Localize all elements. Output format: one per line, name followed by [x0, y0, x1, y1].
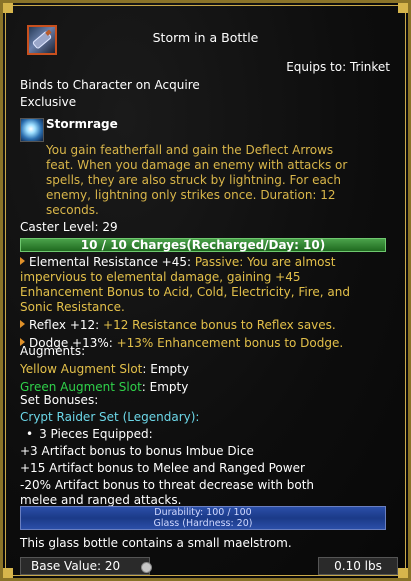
weight-box: 0.10 lbs [318, 557, 398, 575]
bonus-text: Passive: You are almost [191, 255, 336, 269]
bonus-text: Sonic Resistance. [20, 300, 125, 314]
set-name: Crypt Raider Set (Legendary): [20, 410, 200, 424]
bonus-text: impervious to elemental damage, gaining … [20, 270, 301, 284]
bonus-reflex: Reflex +12: +12 Resistance bonus to Refl… [20, 318, 398, 333]
coin-icon [141, 562, 152, 573]
set-pieces-text: 3 Pieces Equipped: [39, 427, 153, 441]
base-value: Base Value: 20 [31, 559, 121, 573]
bullet-triangle-icon [20, 320, 25, 328]
material-text: Glass (Hardness: 20) [153, 518, 253, 529]
durability-text: Durability: 100 / 100 [154, 507, 252, 518]
frame-corner [3, 568, 13, 578]
base-value-box: Base Value: 20 [20, 557, 152, 575]
bonus-text: +12 Resistance bonus to Reflex saves. [99, 318, 336, 332]
effect-description-line: enemy, lightning only strikes once. Dura… [46, 188, 336, 202]
green-augment-label: Green Augment Slot [20, 380, 142, 394]
set-bonuses-section: Set Bonuses: Crypt Raider Set (Legendary… [20, 393, 398, 508]
effect-description-line: You gain featherfall and gain the Deflec… [46, 143, 334, 157]
augments-section: Augments: Yellow Augment Slot: Empty Gre… [20, 344, 398, 395]
set-bonus-line: -20% Artifact bonus to threat decrease w… [20, 478, 315, 492]
bonus-list: Elemental Resistance +45: Passive: You a… [20, 255, 398, 351]
set-bonus-line: +15 Artifact bonus to Melee and Ranged P… [20, 461, 305, 475]
frame-corner [3, 3, 13, 13]
lightning-orb-icon [20, 118, 44, 142]
binding-text: Binds to Character on Acquire [20, 78, 200, 92]
bonus-text: Enhancement Bonus to Acid, Cold, Electri… [20, 285, 350, 299]
augments-header: Augments: [20, 344, 86, 358]
charges-bar: 10 / 10 Charges(Recharged/Day: 10) [20, 238, 386, 252]
set-pieces: • 3 Pieces Equipped: [20, 427, 398, 442]
caster-level: Caster Level: 29 [20, 220, 118, 234]
yellow-augment-slot[interactable]: Yellow Augment Slot: Empty [20, 362, 398, 377]
effect-description-line: spells, they are also struck by lightnin… [46, 173, 342, 187]
item-tooltip: Storm in a Bottle Equips to: Trinket Bin… [0, 0, 411, 581]
yellow-augment-label: Yellow Augment Slot [20, 362, 143, 376]
set-bonuses-header: Set Bonuses: [20, 393, 99, 407]
item-title: Storm in a Bottle [152, 30, 259, 45]
frame-corner [398, 568, 408, 578]
yellow-augment-value: : Empty [142, 362, 189, 376]
effect-description-line: seconds. [46, 203, 99, 217]
weight-value: 0.10 lbs [334, 559, 382, 573]
bullet-dot-icon: • [26, 427, 34, 441]
flavor-text: This glass bottle contains a small maels… [20, 536, 292, 550]
effect-name: Stormrage [46, 117, 118, 131]
frame-corner [398, 3, 408, 13]
set-bonus-line: +3 Artifact bonus to bonus Imbue Dice [20, 444, 254, 458]
durability-bar: Durability: 100 / 100 Glass (Hardness: 2… [20, 506, 386, 530]
bonus-label: Elemental Resistance +45: [29, 255, 192, 269]
exclusive-text: Exclusive [20, 95, 77, 109]
bonus-elemental-resistance: Elemental Resistance +45: Passive: You a… [20, 255, 398, 315]
bullet-triangle-icon [20, 257, 25, 265]
effect-description: You gain featherfall and gain the Deflec… [46, 143, 391, 218]
value-weight-row: Base Value: 20 0.10 lbs [20, 557, 398, 577]
effect-description-line: feat. When you damage an enemy with atta… [46, 158, 348, 172]
green-augment-value: : Empty [141, 380, 189, 394]
equips-to: Equips to: Trinket [286, 60, 390, 74]
bonus-label: Reflex +12: [29, 318, 100, 332]
